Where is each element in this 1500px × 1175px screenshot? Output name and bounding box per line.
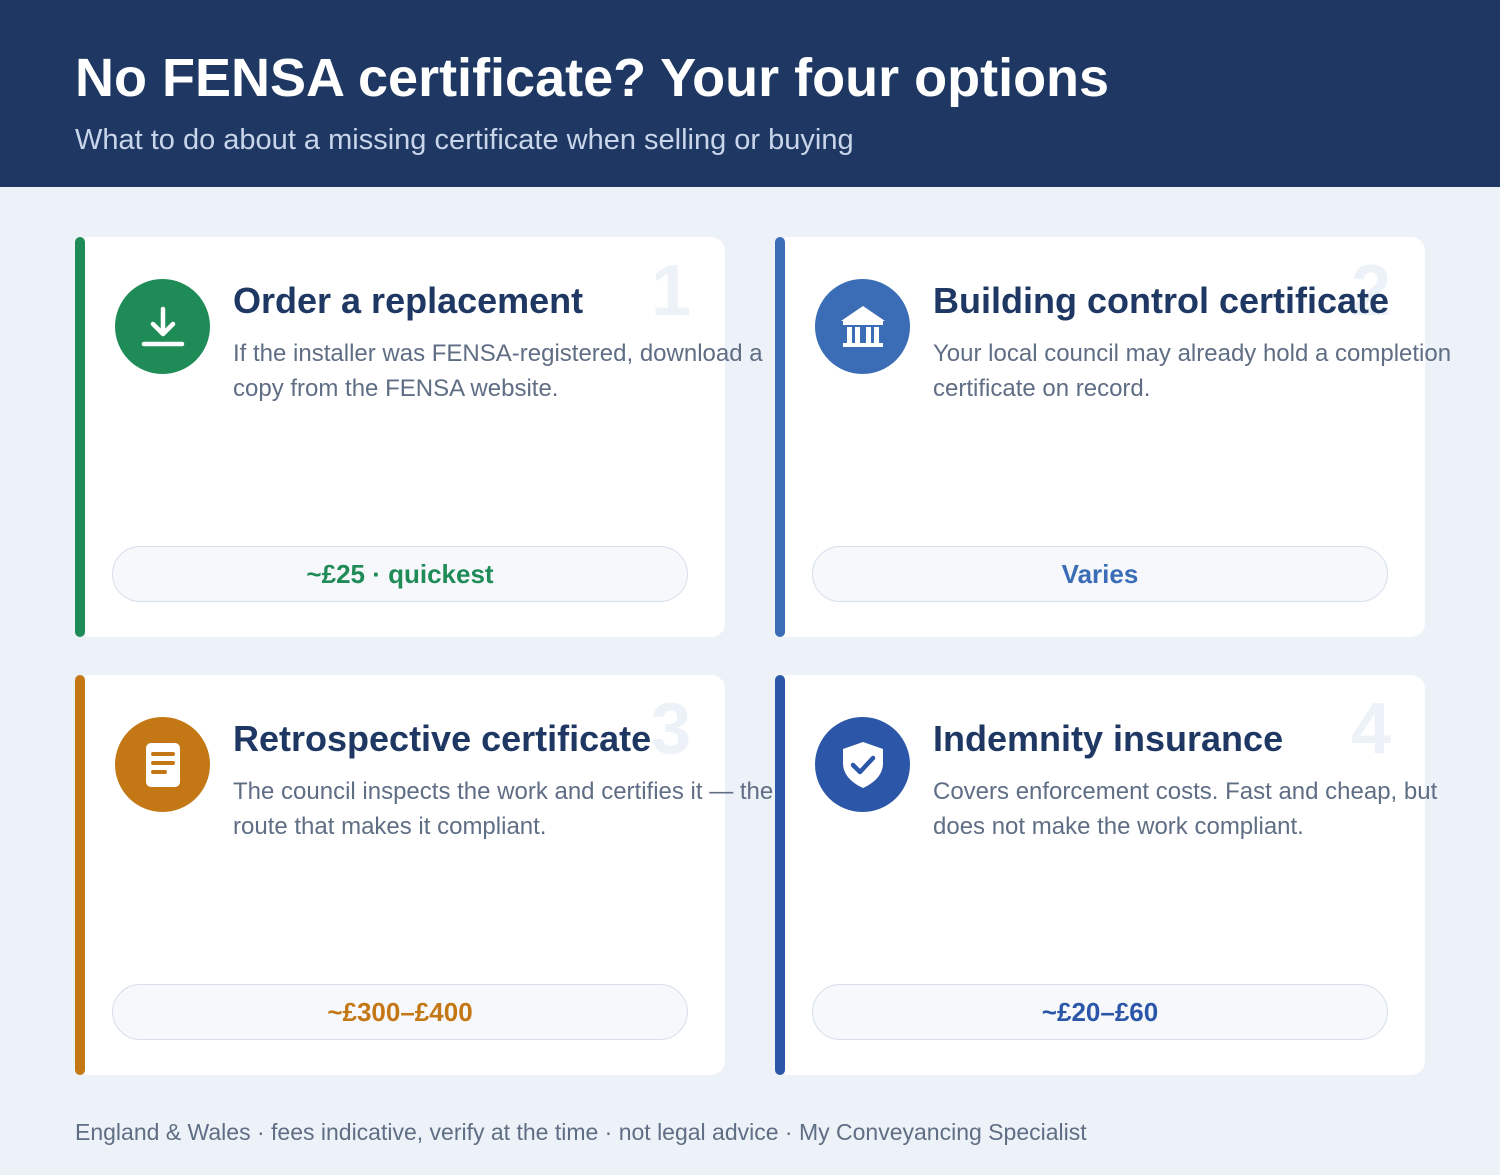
card-accent-bar [775,675,785,1075]
card-accent-bar [75,237,85,637]
card-number: 1 [650,251,691,331]
card-title: Retrospective certificate [233,718,652,759]
card-title: Order a replacement [233,280,584,321]
card-title: Building control certificate [933,280,1390,321]
footer-note: England & Wales · fees indicative, verif… [75,1119,1087,1145]
option-card-indemnity: 4 Indemnity insurance Covers enforcement… [775,675,1437,1075]
card-number: 3 [650,689,691,769]
cost-badge: ~£25 · quickest [112,546,688,602]
cost-badge: ~£300–£400 [112,984,688,1040]
shield-check-icon [815,717,910,812]
download-icon [115,279,210,374]
page-title: No FENSA certificate? Your four options [75,48,1110,108]
option-card-replacement: 1 Order a replacement If the installer w… [75,237,763,637]
card-description: Your local council may already hold a co… [933,340,1452,402]
option-card-building-control: 2 Building control certificate Your loca… [775,237,1451,637]
card-description: Covers enforcement costs. Fast and cheap… [933,778,1438,840]
card-accent-bar [775,237,785,637]
option-card-retrospective: 3 Retrospective certificate The council … [75,675,773,1075]
card-accent-bar [75,675,85,1075]
card-number: 4 [1350,689,1391,769]
cost-badge: ~£20–£60 [812,984,1388,1040]
card-description: The council inspects the work and certif… [233,778,774,840]
card-title: Indemnity insurance [933,718,1284,759]
building-icon [815,279,910,374]
document-icon [115,717,210,812]
cost-badge: Varies [812,546,1388,602]
header-banner: No FENSA certificate? Your four options … [0,0,1500,187]
card-description: If the installer was FENSA-registered, d… [233,340,763,402]
page-subtitle: What to do about a missing certificate w… [75,124,854,156]
